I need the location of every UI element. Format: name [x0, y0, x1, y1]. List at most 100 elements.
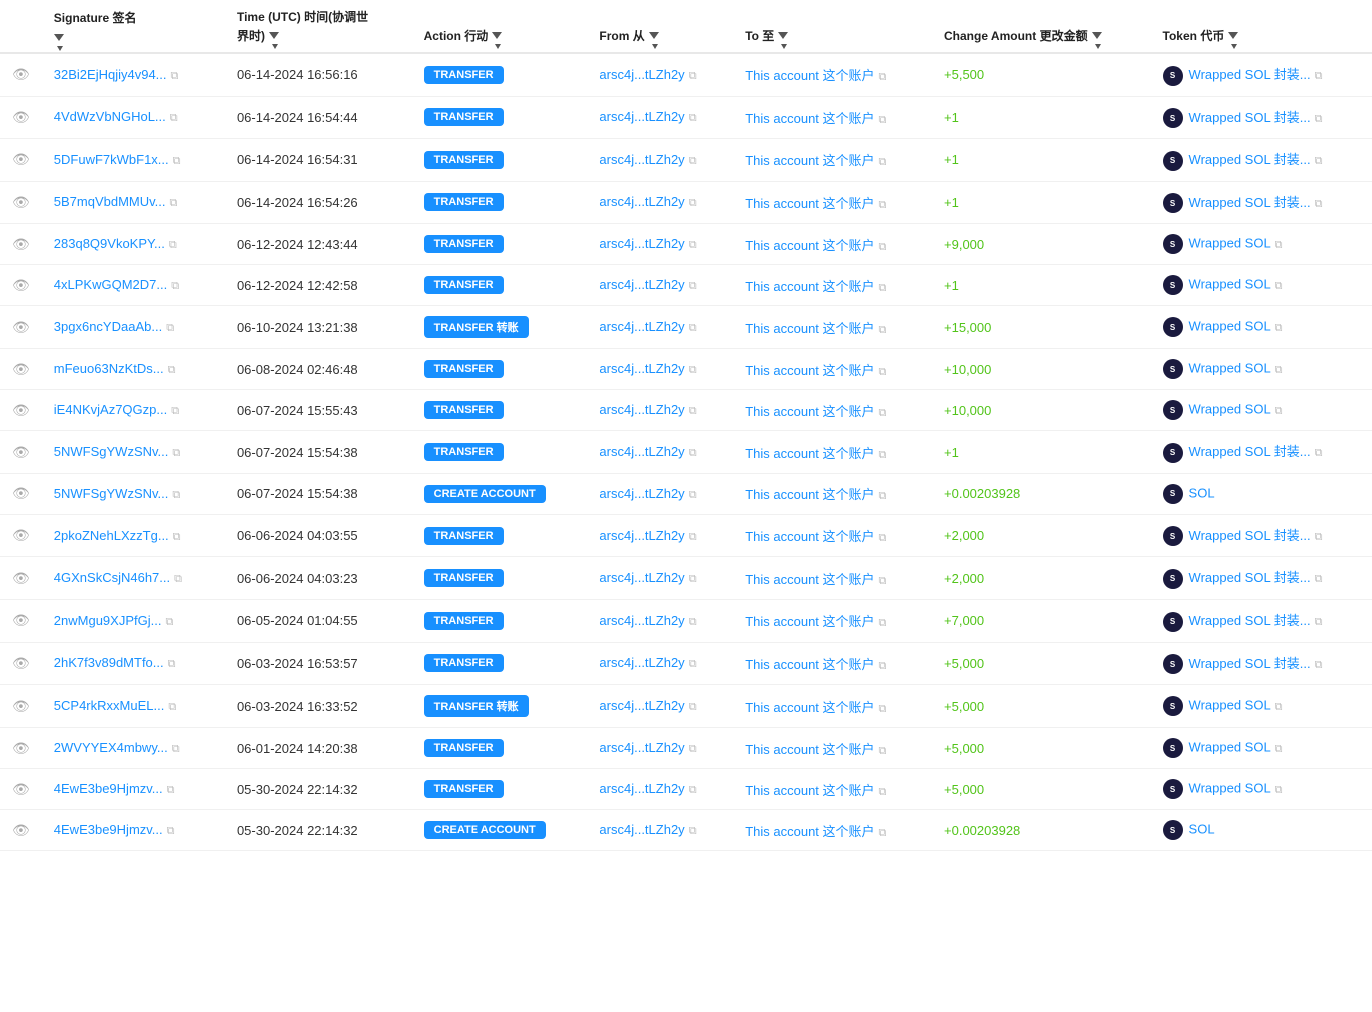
action-filter-icon[interactable]: [492, 32, 502, 39]
signature-copy-icon[interactable]: ⧉: [172, 489, 180, 502]
token-copy-icon[interactable]: ⧉: [1275, 280, 1283, 293]
from-link[interactable]: arsc4j...tLZh2y: [599, 402, 684, 417]
token-copy-icon[interactable]: ⧉: [1275, 784, 1283, 797]
to-copy-icon[interactable]: ⧉: [879, 745, 887, 758]
token-copy-icon[interactable]: ⧉: [1275, 405, 1283, 418]
token-name-link[interactable]: Wrapped SOL: [1189, 698, 1271, 713]
from-copy-icon[interactable]: ⧉: [689, 70, 697, 83]
to-link[interactable]: This account 这个账户: [745, 321, 874, 336]
token-copy-icon[interactable]: ⧉: [1315, 659, 1323, 672]
token-name-link[interactable]: Wrapped SOL 封装...: [1189, 613, 1311, 628]
eye-icon[interactable]: 👁: [12, 655, 30, 671]
to-link[interactable]: This account 这个账户: [745, 363, 874, 378]
to-copy-icon[interactable]: ⧉: [879, 407, 887, 420]
signature-link[interactable]: 5NWFSgYWzSNv...: [54, 444, 169, 459]
token-copy-icon[interactable]: ⧉: [1315, 113, 1323, 126]
token-name-link[interactable]: Wrapped SOL: [1189, 402, 1271, 417]
eye-icon[interactable]: 👁: [12, 402, 30, 418]
signature-copy-icon[interactable]: ⧉: [169, 239, 177, 252]
token-name-link[interactable]: Wrapped SOL 封装...: [1189, 110, 1311, 125]
from-copy-icon[interactable]: ⧉: [689, 155, 697, 168]
to-link[interactable]: This account 这个账户: [745, 614, 874, 629]
signature-link[interactable]: 2nwMgu9XJPfGj...: [54, 613, 162, 628]
from-copy-icon[interactable]: ⧉: [689, 616, 697, 629]
signature-copy-icon[interactable]: ⧉: [166, 322, 174, 335]
to-copy-icon[interactable]: ⧉: [879, 532, 887, 545]
from-copy-icon[interactable]: ⧉: [689, 239, 697, 252]
token-name-link[interactable]: Wrapped SOL 封装...: [1189, 152, 1311, 167]
signature-copy-icon[interactable]: ⧉: [170, 197, 178, 210]
to-filter-icon[interactable]: [778, 32, 788, 39]
to-link[interactable]: This account 这个账户: [745, 529, 874, 544]
from-link[interactable]: arsc4j...tLZh2y: [599, 236, 684, 251]
from-copy-icon[interactable]: ⧉: [689, 405, 697, 418]
to-copy-icon[interactable]: ⧉: [879, 617, 887, 630]
signature-link[interactable]: 3pgx6ncYDaaAb...: [54, 319, 162, 334]
to-copy-icon[interactable]: ⧉: [879, 786, 887, 799]
from-filter-icon[interactable]: [649, 32, 659, 39]
signature-copy-icon[interactable]: ⧉: [171, 70, 179, 83]
eye-icon[interactable]: 👁: [12, 740, 30, 756]
token-name-link[interactable]: SOL: [1189, 485, 1215, 500]
from-copy-icon[interactable]: ⧉: [689, 701, 697, 714]
from-link[interactable]: arsc4j...tLZh2y: [599, 822, 684, 837]
change-filter-icon[interactable]: [1092, 32, 1102, 39]
token-copy-icon[interactable]: ⧉: [1275, 701, 1283, 714]
to-link[interactable]: This account 这个账户: [745, 657, 874, 672]
token-copy-icon[interactable]: ⧉: [1315, 616, 1323, 629]
from-copy-icon[interactable]: ⧉: [689, 489, 697, 502]
from-copy-icon[interactable]: ⧉: [689, 784, 697, 797]
from-link[interactable]: arsc4j...tLZh2y: [599, 655, 684, 670]
from-copy-icon[interactable]: ⧉: [689, 743, 697, 756]
token-name-link[interactable]: Wrapped SOL 封装...: [1189, 528, 1311, 543]
to-link[interactable]: This account 这个账户: [745, 446, 874, 461]
to-link[interactable]: This account 这个账户: [745, 279, 874, 294]
to-link[interactable]: This account 这个账户: [745, 487, 874, 502]
eye-icon[interactable]: 👁: [12, 485, 30, 501]
signature-link[interactable]: 5CP4rkRxxMuEL...: [54, 698, 165, 713]
signature-link[interactable]: iE4NKvjAz7QGzp...: [54, 402, 167, 417]
token-copy-icon[interactable]: ⧉: [1315, 531, 1323, 544]
signature-link[interactable]: 2WVYYEX4mbwy...: [54, 740, 168, 755]
token-copy-icon[interactable]: ⧉: [1275, 364, 1283, 377]
token-filter-icon[interactable]: [1228, 32, 1238, 39]
signature-copy-icon[interactable]: ⧉: [171, 280, 179, 293]
from-copy-icon[interactable]: ⧉: [689, 197, 697, 210]
token-name-link[interactable]: Wrapped SOL: [1189, 781, 1271, 796]
token-copy-icon[interactable]: ⧉: [1275, 239, 1283, 252]
eye-icon[interactable]: 👁: [12, 277, 30, 293]
signature-copy-icon[interactable]: ⧉: [165, 616, 173, 629]
eye-icon[interactable]: 👁: [12, 612, 30, 628]
token-name-link[interactable]: Wrapped SOL 封装...: [1189, 195, 1311, 210]
token-name-link[interactable]: Wrapped SOL: [1189, 277, 1271, 292]
to-link[interactable]: This account 这个账户: [745, 783, 874, 798]
eye-icon[interactable]: 👁: [12, 66, 30, 82]
time-filter-icon[interactable]: [269, 32, 279, 39]
to-copy-icon[interactable]: ⧉: [879, 114, 887, 127]
from-link[interactable]: arsc4j...tLZh2y: [599, 613, 684, 628]
from-copy-icon[interactable]: ⧉: [689, 658, 697, 671]
signature-copy-icon[interactable]: ⧉: [170, 112, 178, 125]
to-copy-icon[interactable]: ⧉: [879, 199, 887, 212]
token-copy-icon[interactable]: ⧉: [1315, 155, 1323, 168]
token-copy-icon[interactable]: ⧉: [1315, 447, 1323, 460]
from-link[interactable]: arsc4j...tLZh2y: [599, 781, 684, 796]
token-name-link[interactable]: Wrapped SOL: [1189, 319, 1271, 334]
token-name-link[interactable]: Wrapped SOL 封装...: [1189, 656, 1311, 671]
from-link[interactable]: arsc4j...tLZh2y: [599, 67, 684, 82]
to-copy-icon[interactable]: ⧉: [879, 324, 887, 337]
signature-link[interactable]: 4GXnSkCsjN46h7...: [54, 570, 170, 585]
signature-copy-icon[interactable]: ⧉: [172, 447, 180, 460]
to-link[interactable]: This account 这个账户: [745, 238, 874, 253]
token-copy-icon[interactable]: ⧉: [1315, 70, 1323, 83]
to-link[interactable]: This account 这个账户: [745, 111, 874, 126]
from-link[interactable]: arsc4j...tLZh2y: [599, 698, 684, 713]
signature-link[interactable]: 4EwE3be9Hjmzv...: [54, 822, 163, 837]
to-copy-icon[interactable]: ⧉: [879, 156, 887, 169]
signature-copy-icon[interactable]: ⧉: [168, 364, 176, 377]
to-copy-icon[interactable]: ⧉: [879, 366, 887, 379]
to-copy-icon[interactable]: ⧉: [879, 575, 887, 588]
from-link[interactable]: arsc4j...tLZh2y: [599, 361, 684, 376]
from-link[interactable]: arsc4j...tLZh2y: [599, 194, 684, 209]
signature-link[interactable]: 5DFuwF7kWbF1x...: [54, 152, 169, 167]
